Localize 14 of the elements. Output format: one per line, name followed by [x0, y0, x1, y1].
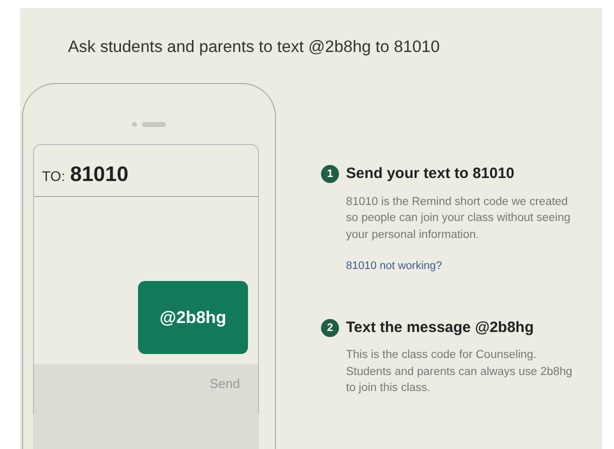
heading: Ask students and parents to text @2b8hg to 81010 [68, 38, 440, 56]
step-number: 1 [321, 165, 339, 184]
step-number: 2 [321, 318, 339, 337]
message-bubble: @2b8hg [138, 281, 248, 354]
step-description: 81010 is the Remind short code we created so people can join your class without seeing your personal information. [346, 194, 572, 243]
speaker-icon [142, 122, 166, 126]
step-title: Send your text to 81010 [346, 164, 514, 184]
step-description: This is the class code for Counseling. Students and parents can always use 2b8hg to join this class. [346, 348, 574, 396]
send-label: Send [210, 375, 240, 393]
camera-icon [132, 122, 137, 126]
to-label: TO: [42, 167, 66, 186]
help-link[interactable]: 81010 not working? [346, 258, 442, 274]
step-title: Text the message @2b8hg [346, 318, 534, 338]
to-number: 81010 [70, 162, 128, 188]
